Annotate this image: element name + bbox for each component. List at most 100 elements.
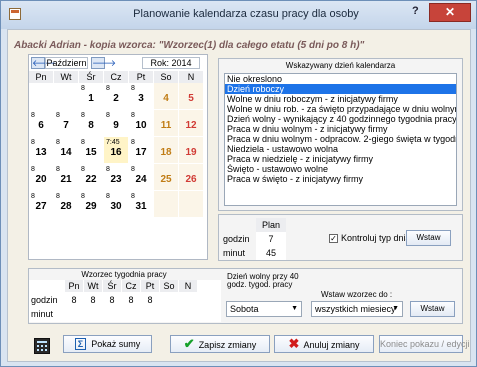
calendar-day[interactable]: 8 21 <box>54 164 79 191</box>
insert-pattern-select[interactable]: wszystkich miesiecy ▼ <box>311 301 403 317</box>
week-pattern-cell[interactable] <box>65 308 83 320</box>
calendar-day[interactable]: 5 <box>179 83 204 110</box>
calendar-day[interactable]: 11 <box>154 110 179 137</box>
day-type-option[interactable]: Niedziela - ustawowo wolna <box>225 144 456 154</box>
calendar-day[interactable]: 87 <box>54 110 79 137</box>
week-pattern-header: Wt <box>84 280 102 292</box>
week-pattern-cell[interactable]: 8 <box>84 294 102 306</box>
day-type-option[interactable]: Praca w niedzielę - z inicjatywy firmy <box>225 154 456 164</box>
show-sums-label: Pokaż sumy <box>91 339 141 349</box>
free-day-select[interactable]: Sobota ▼ <box>226 301 302 317</box>
week-pattern-cell[interactable]: 8 <box>103 294 121 306</box>
week-pattern-group: Wzorzec tygodnia pracy Pn Wt Śr Cz Pt So Ngodz… <box>28 268 463 324</box>
calendar-day[interactable]: 7:45 16 <box>104 137 129 164</box>
weekday-header: Cz <box>104 71 129 83</box>
calendar-day[interactable]: 8 31 <box>129 191 154 218</box>
weekday-header: Pt <box>129 71 154 83</box>
calendar-day[interactable]: 8 10 <box>129 110 154 137</box>
day-type-option[interactable]: Praca w dniu wolnym - z inicjatywy firmy <box>225 124 456 134</box>
day-type-option[interactable]: Praca w dniu wolnym - odpracow. 2-giego … <box>225 134 456 144</box>
calendar-day[interactable]: 8 24 <box>129 164 154 191</box>
calendar-app-icon <box>9 8 21 20</box>
insert-pattern-button[interactable]: Wstaw <box>410 301 455 317</box>
calendar-day[interactable]: 83 <box>129 83 154 110</box>
title-bar[interactable]: Planowanie kalendarza czasu pracy dla os… <box>1 1 476 29</box>
week-pattern-table: Pn Wt Śr Cz Pt So Ngodzin 8 8 8 8 8 minut <box>29 280 221 322</box>
week-pattern-cell[interactable]: 8 <box>65 294 83 306</box>
day-number: 5 <box>188 93 194 104</box>
prev-month-button[interactable]: 🡐 <box>31 57 56 69</box>
day-type-option[interactable]: Nie okreslono <box>225 74 456 84</box>
day-type-option[interactable]: Dzień roboczy <box>225 84 456 94</box>
calendar-day[interactable]: 8 30 <box>104 191 129 218</box>
calendar-day[interactable]: 86 <box>29 110 54 137</box>
week-pattern-cell[interactable] <box>103 308 121 320</box>
weekday-header: N <box>179 71 204 83</box>
week-pattern-cell[interactable] <box>122 308 140 320</box>
day-number: 13 <box>35 147 47 158</box>
day-number: 14 <box>60 147 72 158</box>
day-number: 7 <box>63 120 69 131</box>
day-number: 22 <box>85 174 97 185</box>
week-pattern-cell[interactable] <box>160 308 178 320</box>
day-type-option[interactable]: Wolne w dniu rob. - za święto przypadają… <box>225 104 456 114</box>
week-pattern-cell[interactable] <box>84 308 102 320</box>
save-button[interactable]: ✔ Zapisz zmiany <box>170 335 270 353</box>
week-pattern-label: Wzorzec tygodnia pracy <box>81 270 167 279</box>
day-type-option[interactable]: Dzień wolny - wynikający z 40 godzinnego… <box>225 114 456 124</box>
next-month-button[interactable]: 🡒 <box>91 57 116 69</box>
calendar-day[interactable]: 8 20 <box>29 164 54 191</box>
week-pattern-cell[interactable] <box>141 308 159 320</box>
show-sums-button[interactable]: Σ Pokaż sumy <box>63 335 152 353</box>
week-pattern-cell[interactable] <box>160 294 178 306</box>
day-number: 30 <box>110 201 122 212</box>
save-label: Zapisz zmiany <box>198 340 257 350</box>
end-view-button[interactable]: Koniec pokazu / edycji <box>379 335 470 353</box>
week-pattern-cell[interactable] <box>179 308 197 320</box>
calendar-day[interactable]: 8 28 <box>54 191 79 218</box>
window-title: Planowanie kalendarza czasu pracy dla os… <box>133 8 359 20</box>
calendar-day[interactable]: 8 15 <box>79 137 104 164</box>
week-pattern-cell[interactable] <box>179 294 197 306</box>
calendar-day[interactable]: 8 29 <box>79 191 104 218</box>
calendar-day[interactable]: 8 13 <box>29 137 54 164</box>
calendar-day[interactable]: 82 <box>104 83 129 110</box>
day-type-option[interactable]: Praca w święto - z inicjatywy firmy <box>225 174 456 184</box>
calendar-day[interactable]: 18 <box>154 137 179 164</box>
day-hours: 8 <box>81 85 85 92</box>
week-pattern-cell[interactable]: 8 <box>122 294 140 306</box>
calendar-day <box>154 191 179 218</box>
calendar-day[interactable]: 4 <box>154 83 179 110</box>
day-type-option[interactable]: Święto - ustawowo wolne <box>225 164 456 174</box>
calendar-day[interactable]: 25 <box>154 164 179 191</box>
control-day-type-checkbox[interactable]: ✓ <box>329 234 338 243</box>
day-number: 21 <box>60 174 72 185</box>
calendar-day[interactable]: 88 <box>79 110 104 137</box>
plan-hours-value[interactable]: 7 <box>256 232 286 246</box>
plan-minutes-value[interactable]: 45 <box>256 246 286 260</box>
day-hours: 8 <box>106 166 110 173</box>
calendar-day[interactable]: 8 27 <box>29 191 54 218</box>
calendar-day[interactable]: 81 <box>79 83 104 110</box>
calendar-day[interactable]: 12 <box>179 110 204 137</box>
calendar-day[interactable]: 8 17 <box>129 137 154 164</box>
calendar-day[interactable]: 26 <box>179 164 204 191</box>
calendar-day[interactable]: 19 <box>179 137 204 164</box>
year-field[interactable]: Rok: 2014 <box>142 57 200 69</box>
calendar-day[interactable]: 8 22 <box>79 164 104 191</box>
help-button[interactable]: ? <box>412 5 419 17</box>
cancel-button[interactable]: ✖ Anuluj zmiany <box>274 335 374 353</box>
day-hours: 8 <box>81 166 85 173</box>
calendar-day[interactable]: 8 23 <box>104 164 129 191</box>
insert-day-button[interactable]: Wstaw <box>406 230 451 246</box>
day-type-option[interactable]: Wolne w dniu roboczym - z inicjatywy fir… <box>225 94 456 104</box>
day-hours: 8 <box>106 112 110 119</box>
x-icon: ✖ <box>288 336 300 351</box>
day-type-listbox[interactable]: Nie okreslono Dzień roboczy Wolne w dniu r… <box>224 73 457 206</box>
month-field[interactable]: Październ <box>45 57 88 69</box>
calendar-day[interactable]: 89 <box>104 110 129 137</box>
insert-pattern-select-value: wszystkich miesiecy <box>315 304 396 314</box>
close-button[interactable]: ✕ <box>429 3 471 22</box>
calendar-day[interactable]: 8 14 <box>54 137 79 164</box>
week-pattern-cell[interactable]: 8 <box>141 294 159 306</box>
